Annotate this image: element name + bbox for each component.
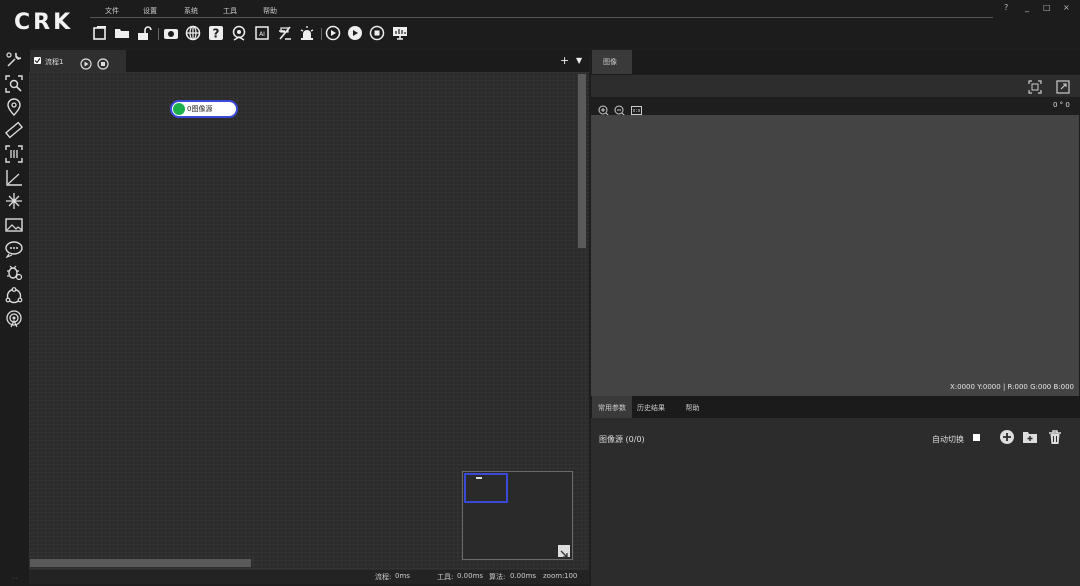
logic-cycle-icon[interactable]: [5, 287, 23, 305]
flow-run-icon[interactable]: [80, 55, 92, 70]
menu-settings[interactable]: 设置: [143, 6, 157, 16]
monitor-icon[interactable]: [392, 25, 408, 41]
flow-status-bar: 流程: 0ms 工具: 0.00ms 算法: 0.00ms zoom: 100: [29, 570, 589, 584]
flow-menu-button[interactable]: ▼: [576, 56, 582, 65]
menu-file[interactable]: 文件: [105, 6, 119, 16]
minimap-toggle-icon[interactable]: [558, 545, 570, 558]
ruler-icon[interactable]: [4, 121, 24, 139]
communication-icon[interactable]: [5, 240, 23, 259]
tool-rail: [0, 48, 29, 586]
toolbar-divider: [158, 28, 159, 40]
menu-help[interactable]: 帮助: [263, 6, 277, 16]
fullscreen-icon[interactable]: [1056, 79, 1070, 94]
maximize-button[interactable]: □: [1043, 3, 1051, 12]
flow-time-label: 流程:: [375, 573, 392, 581]
add-circle-icon[interactable]: [999, 429, 1015, 445]
tool-time-label: 工具:: [437, 573, 454, 581]
rail-footer: ⋯: [0, 572, 29, 586]
add-flow-button[interactable]: +: [560, 54, 569, 67]
new-solution-icon[interactable]: [92, 25, 108, 41]
top-bar: CRK 文件 设置 系统 工具 帮助 ? _ □ × ? AI: [0, 0, 1080, 48]
svg-text:AI: AI: [259, 31, 265, 38]
globe-icon[interactable]: [185, 25, 201, 41]
fit-view-icon[interactable]: [1028, 79, 1042, 94]
code-scan-icon[interactable]: [5, 145, 23, 163]
ai-icon[interactable]: AI: [254, 25, 270, 41]
unlock-icon[interactable]: [136, 25, 152, 41]
zoom-value: 100: [564, 572, 578, 580]
search-region-icon[interactable]: [5, 75, 23, 93]
zoom-out-icon[interactable]: [614, 101, 625, 116]
image-viewport[interactable]: [591, 115, 1079, 396]
auto-switch-label: 自动切换: [932, 435, 964, 444]
camera-settings-icon[interactable]: [231, 25, 247, 41]
flow-minimap[interactable]: [462, 471, 573, 560]
bug-icon[interactable]: [5, 263, 23, 281]
flow-tab-bar: 流程1 + ▼: [29, 50, 589, 72]
vertical-scrollbar[interactable]: [578, 74, 586, 248]
open-folder-icon[interactable]: [114, 25, 130, 41]
run-loop-icon[interactable]: [347, 25, 363, 41]
camera-icon[interactable]: [163, 25, 179, 41]
node-label: 0图像源: [187, 105, 213, 113]
toolbar-divider: [321, 28, 322, 40]
tab-image[interactable]: 图像: [592, 50, 632, 74]
image-source-label: 图像源 (0/0): [599, 435, 645, 444]
menu-tools[interactable]: 工具: [223, 6, 237, 16]
result-panel: 图像源 (0/0) 自动切换: [591, 418, 1080, 586]
close-button[interactable]: ×: [1063, 3, 1070, 12]
pixel-info: X:0000 Y:0000 | R:000 G:000 B:000: [950, 383, 1075, 391]
node-status-indicator: [173, 103, 185, 115]
scan-icon[interactable]: [277, 25, 293, 41]
minimap-viewport[interactable]: [464, 473, 508, 503]
tab-history-results[interactable]: 历史结果: [632, 396, 670, 418]
menu-system[interactable]: 系统: [184, 6, 198, 16]
help-window-button[interactable]: ?: [1004, 3, 1008, 12]
image-icon[interactable]: [5, 216, 23, 234]
flow-enable-checkbox[interactable]: [34, 57, 41, 64]
image-tab-bar: 图像: [591, 50, 1080, 74]
actual-size-icon[interactable]: [631, 101, 642, 115]
flow-tab-label: 流程1: [45, 58, 64, 66]
result-tab-bar: 常用参数 历史结果 帮助: [591, 396, 1080, 418]
alarm-icon[interactable]: [299, 25, 315, 41]
image-toolbar: [591, 75, 1080, 97]
calibrate-icon[interactable]: [5, 192, 23, 210]
tools-icon[interactable]: [5, 51, 23, 69]
flow-stop-icon[interactable]: [97, 55, 109, 70]
image-zoom-bar: 0 ° 0: [591, 97, 1080, 116]
zoom-in-icon[interactable]: [598, 101, 609, 116]
minimize-button[interactable]: _: [1025, 3, 1029, 12]
location-pin-icon[interactable]: [5, 98, 23, 116]
tab-help[interactable]: 帮助: [675, 396, 710, 418]
app-window: CRK 文件 设置 系统 工具 帮助 ? _ □ × ? AI ⋯ 流程1 + …: [0, 0, 1080, 586]
tool-time-value: 0.00ms: [457, 572, 484, 580]
stop-icon[interactable]: [369, 25, 385, 41]
toolbar: ? AI: [92, 25, 422, 43]
algo-time-value: 0.00ms: [510, 572, 537, 580]
flow-time-value: 0ms: [395, 572, 410, 580]
svg-text:?: ?: [213, 27, 220, 41]
auto-switch-checkbox[interactable]: [973, 434, 980, 441]
tab-flow1[interactable]: 流程1: [30, 50, 126, 72]
horizontal-scrollbar[interactable]: [30, 559, 251, 567]
delete-icon[interactable]: [1047, 429, 1063, 445]
menu-bar: 文件 设置 系统 工具 帮助: [90, 4, 993, 18]
zoom-label: zoom:: [543, 572, 565, 580]
signal-icon[interactable]: [5, 310, 23, 328]
angle-readout: 0 ° 0: [1053, 101, 1070, 109]
tab-common-params[interactable]: 常用参数: [592, 396, 632, 418]
run-once-icon[interactable]: [325, 25, 341, 41]
algo-time-label: 算法:: [489, 573, 506, 581]
add-folder-icon[interactable]: [1022, 429, 1038, 445]
help-icon[interactable]: ?: [208, 25, 224, 41]
coordinate-icon[interactable]: [5, 169, 23, 187]
minimap-node: [476, 477, 482, 479]
app-logo: CRK: [14, 10, 74, 35]
flow-node-image-source[interactable]: 0图像源: [170, 100, 238, 118]
